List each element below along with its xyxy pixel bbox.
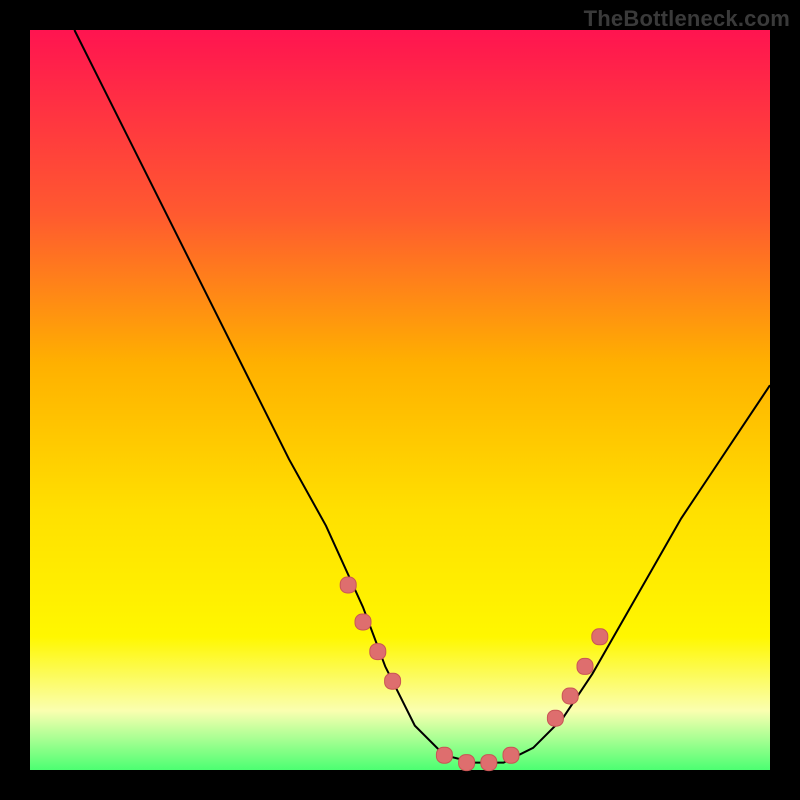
marker-point xyxy=(577,658,593,674)
marker-point xyxy=(355,614,371,630)
marker-point xyxy=(503,747,519,763)
marker-point xyxy=(340,577,356,593)
marker-point xyxy=(436,747,452,763)
bottleneck-chart xyxy=(0,0,800,800)
marker-point xyxy=(547,710,563,726)
chart-container: TheBottleneck.com xyxy=(0,0,800,800)
marker-point xyxy=(592,629,608,645)
marker-point xyxy=(481,755,497,771)
watermark-text: TheBottleneck.com xyxy=(584,6,790,32)
marker-point xyxy=(459,755,475,771)
marker-point xyxy=(385,673,401,689)
marker-point xyxy=(370,644,386,660)
plot-background xyxy=(30,30,770,770)
marker-point xyxy=(562,688,578,704)
